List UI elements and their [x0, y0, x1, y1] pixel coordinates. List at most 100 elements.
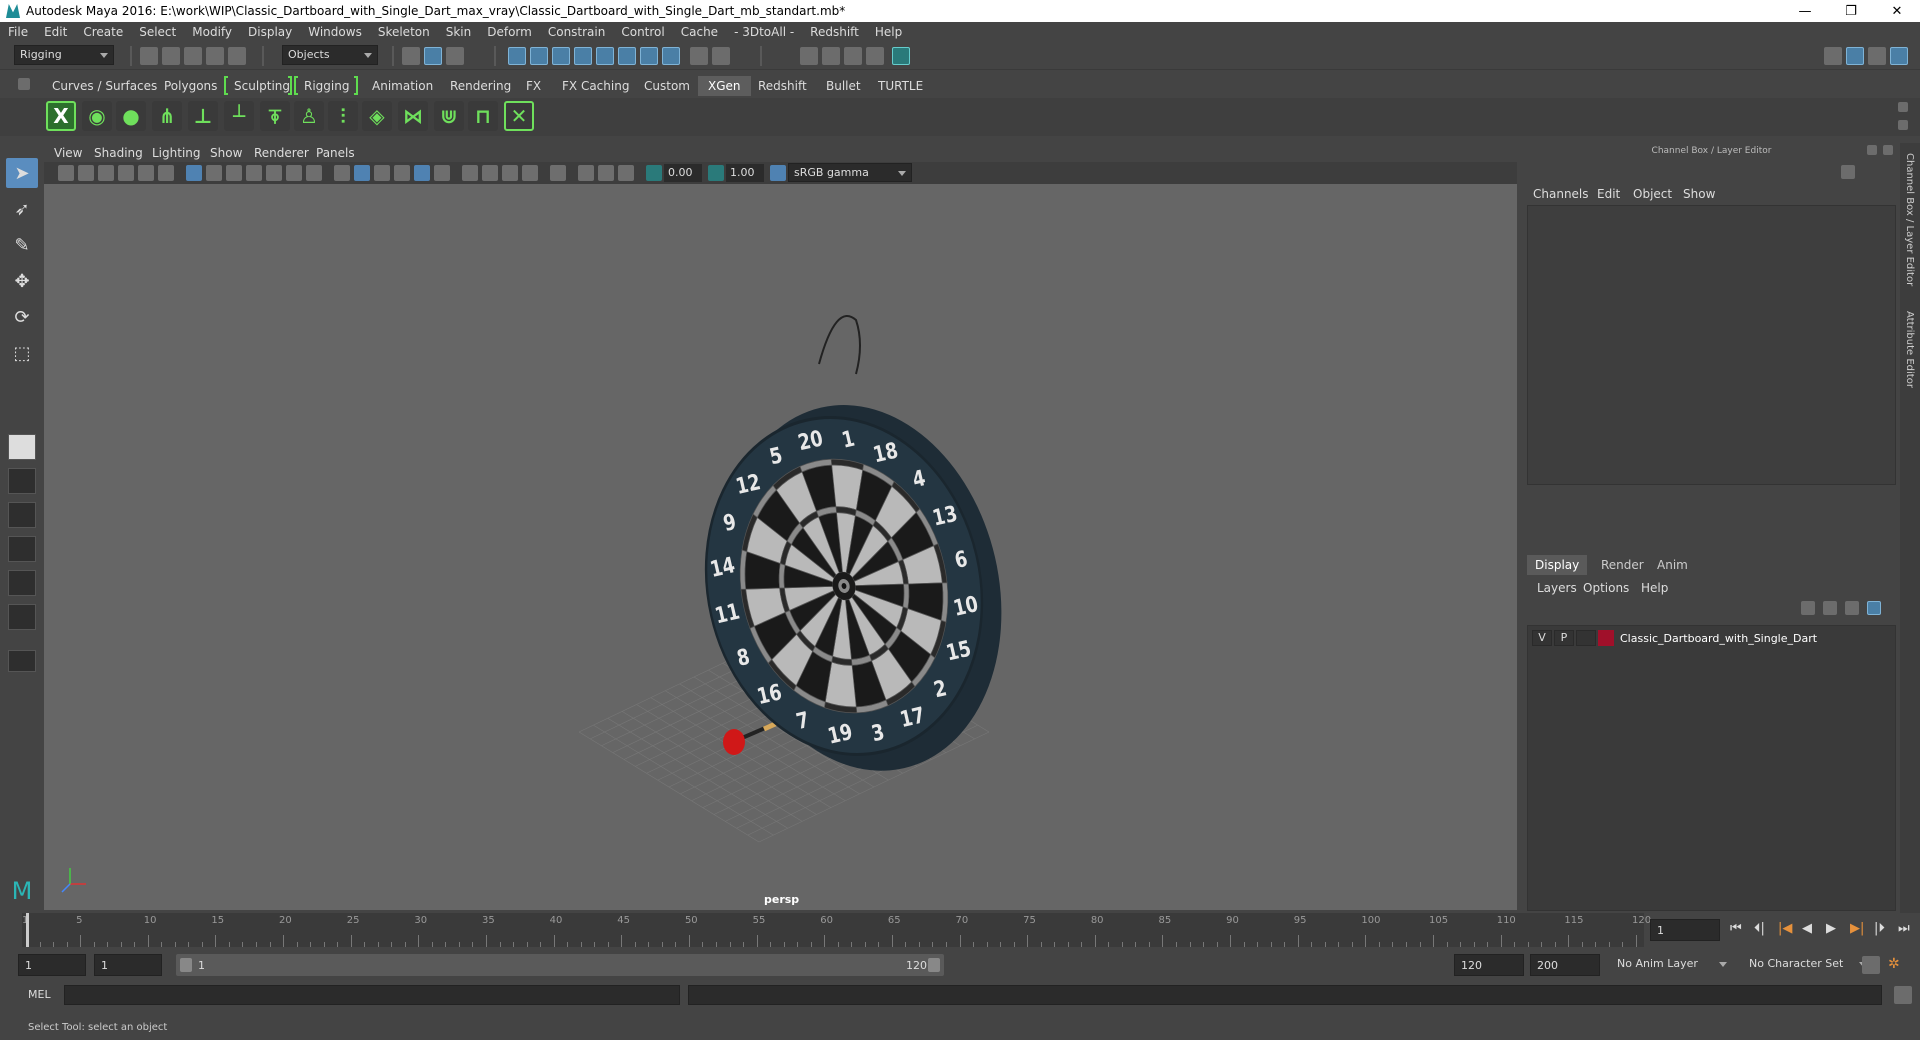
animation-start-field[interactable]: 1 — [18, 954, 86, 976]
ipr-render-icon[interactable] — [822, 47, 840, 65]
menu-help[interactable]: Help — [867, 25, 910, 39]
menu-display[interactable]: Display — [240, 25, 300, 39]
vp-menu-panels[interactable]: Panels — [316, 146, 355, 160]
add-guide-icon[interactable]: ⋔ — [152, 101, 182, 131]
gamma-icon[interactable] — [708, 165, 724, 181]
grease-pencil-icon[interactable] — [158, 165, 174, 181]
bookmark-icon[interactable] — [98, 165, 114, 181]
textured-icon[interactable] — [394, 165, 410, 181]
gate-mask-icon[interactable] — [246, 165, 262, 181]
redo-icon[interactable] — [228, 47, 246, 65]
create-collection-icon[interactable]: ● — [116, 101, 146, 131]
sculpt-guides-icon[interactable]: ⍕ — [260, 101, 290, 131]
menu-file[interactable]: File — [0, 25, 36, 39]
side-tab-attribute-editor[interactable]: Attribute Editor — [1904, 311, 1915, 388]
shelf-menu-icon[interactable] — [18, 78, 30, 90]
command-input[interactable] — [64, 985, 680, 1005]
select-object-icon[interactable] — [424, 47, 442, 65]
anti-aliasing-icon[interactable] — [502, 165, 518, 181]
layer-playback-toggle[interactable]: P — [1554, 630, 1574, 646]
add-guides-icon[interactable]: ┴ — [224, 101, 254, 131]
cb-menu-object[interactable]: Object — [1633, 187, 1672, 201]
lock-guides-icon[interactable]: ♙ — [294, 101, 324, 131]
layer-visibility-toggle[interactable]: V — [1532, 630, 1552, 646]
vp-menu-show[interactable]: Show — [210, 146, 242, 160]
safe-action-icon[interactable] — [286, 165, 302, 181]
outliner-layout-icon[interactable] — [8, 536, 36, 562]
float-panel-icon[interactable] — [1867, 145, 1877, 155]
menu-edit[interactable]: Edit — [36, 25, 75, 39]
vp-menu-view[interactable]: View — [54, 146, 82, 160]
restore-button[interactable]: ❐ — [1828, 0, 1874, 22]
fx-modules-icon[interactable]: ✕ — [504, 101, 534, 131]
scroll-down-icon[interactable] — [1898, 120, 1908, 130]
exposure-icon[interactable] — [646, 165, 662, 181]
move-layer-up-icon[interactable] — [1801, 601, 1815, 615]
xray-components-icon[interactable] — [618, 165, 634, 181]
custom-layout-icon[interactable] — [8, 604, 36, 630]
ambient-occlusion-icon[interactable] — [462, 165, 478, 181]
menu-select[interactable]: Select — [131, 25, 184, 39]
single-view-layout-icon[interactable] — [8, 434, 36, 460]
undo-icon[interactable] — [206, 47, 224, 65]
tab-curves-surfaces[interactable]: Curves / Surfaces — [48, 76, 161, 96]
le-menu-options[interactable]: Options — [1583, 581, 1629, 595]
camera-attributes-icon[interactable] — [78, 165, 94, 181]
groom-icon[interactable]: ⫶ — [328, 101, 358, 131]
cb-menu-show[interactable]: Show — [1683, 187, 1715, 201]
gamma-field[interactable]: 1.00 — [726, 164, 764, 182]
channel-box-area[interactable] — [1527, 205, 1896, 485]
four-view-layout-icon[interactable] — [8, 468, 36, 494]
perspective-viewport[interactable]: 20 1 18 4 13 6 10 15 2 17 3 19 7 16 8 11 14 9 12 5 persp — [44, 184, 1517, 910]
snap-point-icon[interactable] — [552, 47, 570, 65]
channel-box-toggle-icon[interactable] — [1846, 47, 1864, 65]
snap-view-plane-icon[interactable] — [574, 47, 592, 65]
character-set-dropdown[interactable]: No Character Set — [1744, 955, 1872, 975]
default-material-icon[interactable] — [374, 165, 390, 181]
render-settings-icon[interactable] — [844, 47, 862, 65]
play-forwards-icon[interactable]: ▶ — [1826, 921, 1836, 936]
tab-custom[interactable]: Custom — [640, 76, 694, 96]
isolate-select-icon[interactable] — [550, 165, 566, 181]
range-slider[interactable]: 1 120 — [176, 954, 944, 976]
vp-menu-renderer[interactable]: Renderer — [254, 146, 309, 160]
go-to-end-icon[interactable]: ⏭ — [1898, 921, 1910, 936]
auto-key-icon[interactable] — [1862, 956, 1880, 974]
selection-mode-dropdown[interactable]: Objects — [282, 45, 378, 65]
tab-rendering[interactable]: Rendering — [446, 76, 515, 96]
view-transform-dropdown[interactable]: sRGB gamma — [788, 163, 912, 182]
paint-select-tool-icon[interactable]: ✎ — [6, 230, 38, 260]
open-scene-icon[interactable] — [162, 47, 180, 65]
layer-row[interactable]: V P Classic_Dartboard_with_Single_Dart — [1528, 626, 1895, 650]
tab-fx[interactable]: FX — [522, 76, 545, 96]
rotate-tool-icon[interactable]: ⟳ — [6, 302, 38, 332]
new-scene-icon[interactable] — [140, 47, 158, 65]
depth-of-field-icon[interactable] — [522, 165, 538, 181]
tab-bullet[interactable]: Bullet — [822, 76, 865, 96]
lasso-tool-icon[interactable]: ➶ — [6, 194, 38, 224]
more-layouts-icon[interactable] — [8, 650, 36, 672]
range-end-handle[interactable] — [928, 958, 940, 972]
scene-canvas[interactable]: 20 1 1841361015217319716811149125 — [44, 184, 1517, 910]
script-editor-icon[interactable] — [1894, 986, 1912, 1004]
xray-joints-icon[interactable] — [598, 165, 614, 181]
new-layer-from-selection-icon[interactable] — [1867, 601, 1881, 615]
render-frame-icon[interactable] — [800, 47, 818, 65]
tab-render-layers[interactable]: Render — [1593, 555, 1652, 575]
axis-orient-icon[interactable] — [1841, 165, 1855, 179]
cut-guides-icon[interactable]: ⋈ — [398, 101, 428, 131]
select-component-icon[interactable] — [446, 47, 464, 65]
tab-animation[interactable]: Animation — [368, 76, 437, 96]
tab-anim-layers[interactable]: Anim — [1649, 555, 1696, 575]
cb-menu-edit[interactable]: Edit — [1597, 187, 1620, 201]
image-plane-icon[interactable] — [118, 165, 134, 181]
current-time-indicator[interactable] — [26, 913, 29, 947]
step-back-frame-icon[interactable]: |◀ — [1778, 921, 1792, 936]
menu-skin[interactable]: Skin — [438, 25, 480, 39]
current-frame-field[interactable]: 1 — [1650, 919, 1720, 941]
step-forward-frame-icon[interactable]: ▶| — [1850, 921, 1864, 936]
scroll-up-icon[interactable] — [1898, 102, 1908, 112]
step-back-key-icon[interactable]: ⏴| — [1754, 921, 1765, 936]
go-to-start-icon[interactable]: ⏮ — [1730, 921, 1742, 936]
camera-icon[interactable] — [58, 165, 74, 181]
